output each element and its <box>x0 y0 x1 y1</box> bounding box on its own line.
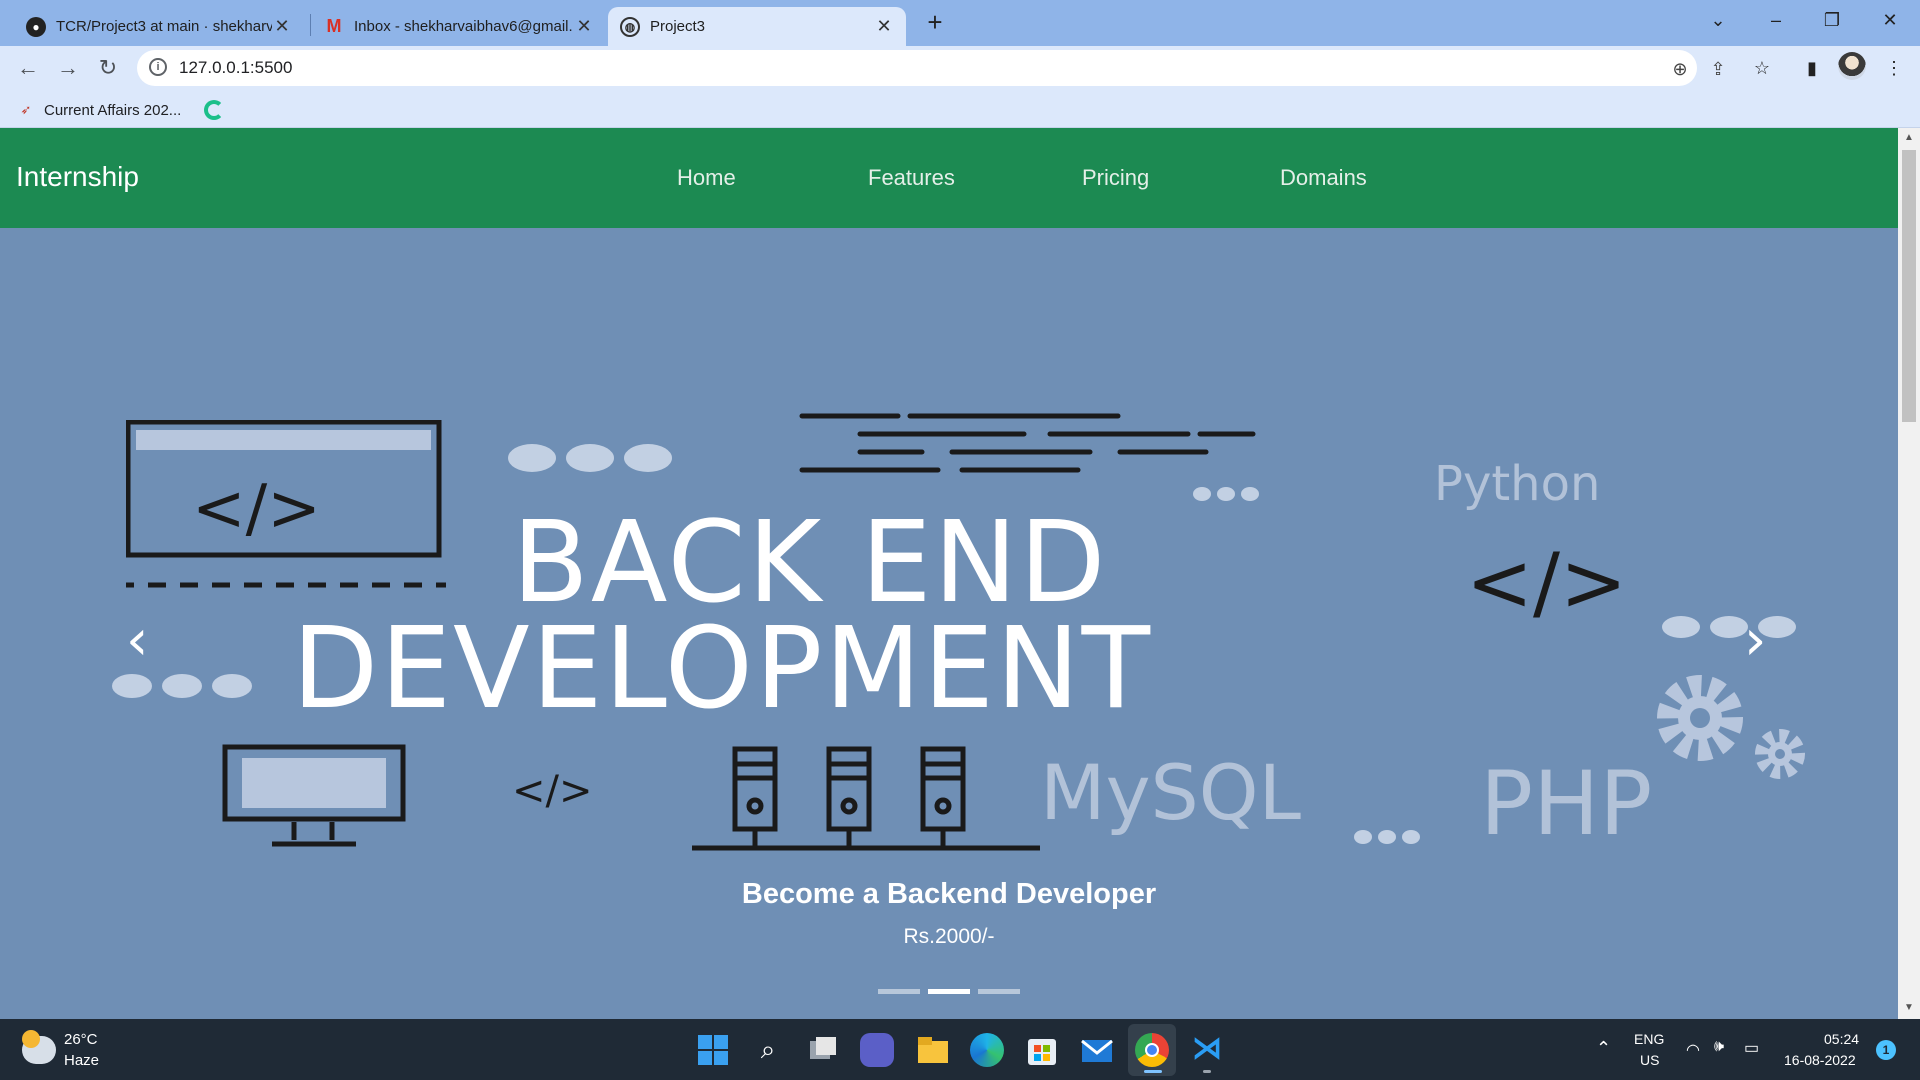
close-tab-icon[interactable]: ✕ <box>874 16 894 37</box>
chrome-icon[interactable] <box>1135 1033 1169 1067</box>
tab-title: Inbox - shekharvaibhav6@gmail. <box>354 18 573 35</box>
tab-github[interactable]: ● TCR/Project3 at main · shekharva ✕ <box>14 7 304 46</box>
carousel-indicator[interactable] <box>978 989 1020 994</box>
start-icon[interactable] <box>696 1033 730 1067</box>
code-tag-text: </> <box>192 472 321 546</box>
close-tab-icon[interactable]: ✕ <box>574 16 594 37</box>
decorative-dots <box>112 674 262 703</box>
task-view-icon[interactable] <box>806 1033 840 1067</box>
windows-taskbar <box>0 1019 1920 1080</box>
edge-icon[interactable] <box>970 1033 1004 1067</box>
close-tab-icon[interactable]: ✕ <box>272 16 292 37</box>
weather-desc: Haze <box>64 1052 100 1069</box>
battery-icon[interactable]: ▭ <box>1744 1038 1759 1058</box>
bookmark-label: Current Affairs 202... <box>44 101 182 119</box>
scroll-down-icon[interactable]: ▼ <box>1898 1002 1920 1013</box>
notification-badge[interactable]: 1 <box>1876 1040 1896 1060</box>
tab-search-chevron-icon[interactable]: ⌄ <box>1696 5 1740 35</box>
slide-caption-price: Rs.2000/- <box>903 925 995 948</box>
site-info-icon[interactable]: i <box>149 58 167 76</box>
teams-chat-icon[interactable] <box>860 1033 894 1067</box>
address-bar[interactable]: i 127.0.0.1:5500 ⊕ ⇪ <box>137 50 1726 86</box>
back-icon[interactable]: ← <box>12 53 44 85</box>
site-navbar: Internship Home Features Pricing Domains <box>0 128 1898 228</box>
close-window-icon[interactable]: ✕ <box>1868 5 1912 35</box>
globe-icon: ◍ <box>620 16 640 37</box>
forward-icon[interactable]: → <box>52 53 84 85</box>
decorative-dots <box>1662 616 1806 643</box>
language-top[interactable]: ENG <box>1634 1031 1664 1047</box>
restore-icon[interactable]: ❐ <box>1810 5 1854 35</box>
clock-date[interactable]: 16-08-2022 <box>1784 1052 1856 1068</box>
decorative-dots <box>1193 487 1265 506</box>
search-icon[interactable]: ⌕ <box>751 1033 785 1067</box>
web-page: Internship Home Features Pricing Domains… <box>0 128 1898 1019</box>
hero-carousel: </> Python </> BACK END DEVELOPMENT </> … <box>0 228 1898 1019</box>
bookmark-extension[interactable] <box>204 97 224 123</box>
profile-avatar[interactable] <box>1838 52 1866 80</box>
tab-gmail[interactable]: M Inbox - shekharvaibhav6@gmail. ✕ <box>312 7 606 46</box>
file-explorer-icon[interactable] <box>916 1033 950 1067</box>
bookmark-star-icon[interactable]: ☆ <box>1748 54 1776 82</box>
scrollbar-thumb[interactable] <box>1902 150 1916 422</box>
minimize-icon[interactable]: – <box>1754 5 1798 35</box>
carousel-indicator[interactable] <box>878 989 920 994</box>
mysql-tag: MySQL <box>1040 748 1301 837</box>
code-tag-large: </> <box>1466 536 1628 629</box>
decorative-dots <box>1354 830 1426 849</box>
zoom-icon[interactable]: ⊕ <box>1669 58 1691 80</box>
code-window-icon: </> <box>126 420 446 588</box>
code-tag-small: </> <box>512 768 593 814</box>
wifi-icon[interactable]: ◠ <box>1686 1040 1700 1060</box>
share-icon[interactable]: ⇪ <box>1707 58 1729 80</box>
page-scrollbar[interactable]: ▲ ▼ <box>1898 128 1920 1019</box>
reload-icon[interactable]: ↻ <box>92 53 124 85</box>
tab-title: Project3 <box>650 18 706 35</box>
vscode-icon[interactable]: ⋊ <box>1190 1033 1224 1067</box>
nav-domains[interactable]: Domains <box>1280 165 1367 191</box>
store-icon[interactable] <box>1025 1033 1059 1067</box>
clock-time[interactable]: 05:24 <box>1824 1031 1859 1047</box>
nav-home[interactable]: Home <box>677 165 736 191</box>
code-lines-icon <box>799 413 1256 473</box>
tab-title: TCR/Project3 at main · shekharva <box>56 18 272 35</box>
running-indicator <box>1203 1070 1211 1073</box>
servers-icon <box>692 746 1040 851</box>
bookmark-current-affairs[interactable]: ➶ Current Affairs 202... <box>18 97 182 123</box>
github-icon: ● <box>26 16 46 37</box>
carousel-indicator[interactable] <box>928 989 970 994</box>
carousel-prev-icon[interactable]: ‹ <box>126 608 148 673</box>
decorative-dots <box>508 444 682 477</box>
monitor-icon <box>222 744 406 847</box>
language-bottom[interactable]: US <box>1640 1052 1659 1068</box>
bookmark-favicon-icon: ➶ <box>20 102 32 117</box>
side-panel-icon[interactable]: ▮ <box>1798 54 1826 82</box>
show-hidden-icons-icon[interactable]: ⌃ <box>1596 1038 1611 1059</box>
nav-features[interactable]: Features <box>868 165 955 191</box>
tab-project3[interactable]: ◍ Project3 ✕ <box>608 7 906 46</box>
volume-icon[interactable]: 🕪 <box>1714 1038 1724 1056</box>
bookmarks-bar <box>0 92 1920 128</box>
running-indicator <box>1144 1070 1162 1073</box>
nav-pricing[interactable]: Pricing <box>1082 165 1149 191</box>
gmail-icon: M <box>326 16 342 36</box>
mail-icon[interactable] <box>1080 1033 1114 1067</box>
python-tag: Python <box>1434 456 1601 512</box>
url-text: 127.0.0.1:5500 <box>179 58 293 77</box>
tab-separator <box>310 14 311 36</box>
scroll-up-icon[interactable]: ▲ <box>1898 132 1920 143</box>
slide-caption-title: Become a Backend Developer <box>741 878 1157 910</box>
php-tag: PHP <box>1480 752 1653 855</box>
brand-logo[interactable]: Internship <box>16 161 139 193</box>
sun-icon <box>22 1030 40 1048</box>
new-tab-icon[interactable]: + <box>920 8 950 38</box>
gears-icon <box>1657 675 1805 779</box>
extension-favicon-icon <box>204 100 224 120</box>
carousel-next-icon[interactable]: › <box>1744 608 1766 673</box>
menu-kebab-icon[interactable]: ⋮ <box>1880 54 1908 82</box>
weather-temp: 26°C <box>64 1031 98 1048</box>
hero-title-line2: DEVELOPMENT <box>292 604 1153 734</box>
